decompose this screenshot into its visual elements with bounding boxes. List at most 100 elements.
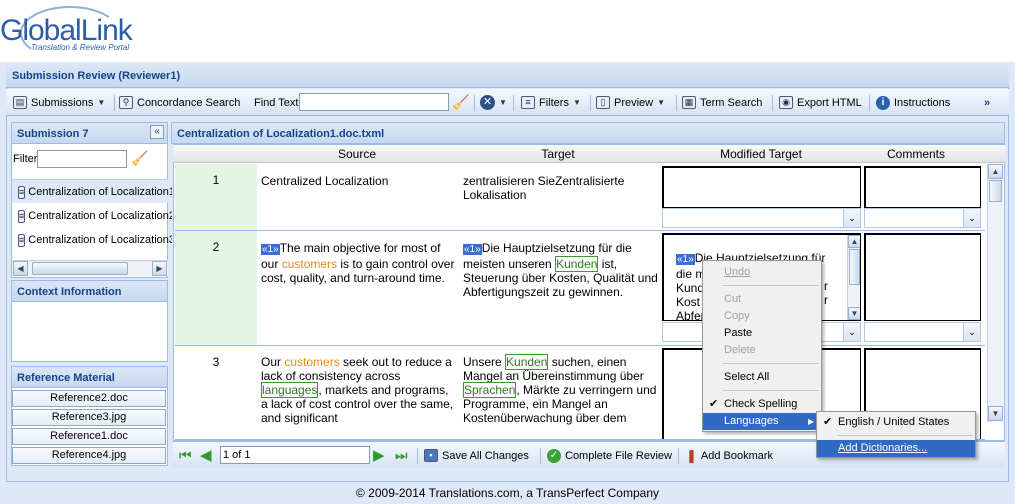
instructions-button[interactable]: i Instructions (876, 94, 950, 111)
dropdown-arrow-icon: ▼ (572, 98, 581, 107)
row-number: 1 (212, 173, 220, 187)
menu-separator (837, 435, 973, 436)
comment-input[interactable] (864, 233, 981, 321)
clear-filter-button[interactable]: 🧹 (131, 150, 148, 167)
filters-menu[interactable]: ≡ Filters ▼ (521, 94, 581, 111)
scroll-down-icon[interactable]: ▼ (848, 307, 860, 320)
scroll-thumb[interactable] (989, 180, 1002, 202)
file-list-item[interactable]: ≡ Centralization of Localization3.doc.tx… (18, 229, 172, 251)
first-page-button[interactable]: ⏮ (179, 447, 192, 464)
menu-separator (723, 363, 819, 364)
menu-item-languages[interactable]: Languages ▶ (703, 413, 821, 430)
file-list-hscrollbar[interactable]: ◀ ▶ (12, 260, 168, 276)
toolbar-separator (513, 95, 514, 111)
reference-item[interactable]: Reference3.jpg (12, 409, 166, 426)
concordance-search-button[interactable]: ⚲ Concordance Search (119, 94, 240, 111)
find-text-input[interactable] (299, 93, 449, 111)
table-row[interactable]: 1 Centralized Localization zentralisiere… (175, 164, 985, 231)
glossary-term[interactable]: Kunden (505, 354, 549, 370)
source-cell: Centralized Localization (261, 174, 389, 188)
close-options-button[interactable]: ✕ ▼ (480, 94, 507, 111)
submission-title: Submission 7 (17, 128, 89, 140)
glossary-term[interactable]: languages (261, 382, 319, 398)
save-all-button[interactable]: ▪ Save All Changes (424, 447, 529, 464)
submissions-menu[interactable]: ▤ Submissions ▼ (13, 94, 105, 111)
complete-review-button[interactable]: ✓ Complete File Review (547, 447, 672, 464)
scroll-thumb[interactable] (849, 249, 860, 285)
prev-page-button[interactable]: ◀ (200, 446, 212, 464)
magnifier-icon: ⚲ (119, 96, 133, 109)
source-cell: «1»The main objective for most of our cu… (261, 241, 456, 285)
add-bookmark-button[interactable]: ❚ Add Bookmark (686, 447, 773, 464)
glossary-term[interactable]: customers (282, 257, 337, 271)
modified-target-scrollbar[interactable]: ▲ ▼ (847, 235, 860, 320)
grid-scrollbar[interactable]: ▲ ▼ (987, 164, 1003, 422)
modified-target-select[interactable]: ⌄ (662, 208, 861, 228)
bookmark-icon: ❚ (686, 447, 697, 463)
info-icon: i (876, 95, 890, 110)
grid-icon: ▤ (13, 96, 27, 109)
file-list-item[interactable]: ≡ Centralization of Localization1.doc.tx… (18, 181, 172, 203)
comment-input[interactable] (864, 166, 981, 208)
toolbar-separator (114, 95, 115, 111)
save-all-label: Save All Changes (442, 449, 529, 462)
scroll-up-icon[interactable]: ▲ (988, 164, 1003, 179)
table-row[interactable]: 2 «1»The main objective for most of our … (175, 231, 985, 346)
menu-item-undo[interactable]: Undo (703, 264, 821, 281)
chevron-down-icon: ⌄ (843, 209, 860, 227)
toolbar-separator (676, 95, 677, 111)
comment-select[interactable]: ⌄ (864, 208, 981, 228)
column-header-modified[interactable]: Modified Target (661, 147, 861, 161)
column-header-comments[interactable]: Comments (863, 147, 969, 161)
scroll-right-icon[interactable]: ▶ (152, 261, 167, 276)
menu-item-add-dictionaries[interactable]: Add Dictionaries... (817, 440, 975, 457)
menu-item-cut[interactable]: Cut (703, 291, 821, 308)
modified-target-input[interactable] (662, 166, 861, 208)
column-header-target[interactable]: Target (458, 147, 658, 161)
toolbar-overflow-button[interactable]: » (984, 94, 990, 111)
export-html-button[interactable]: ◉ Export HTML (779, 94, 862, 111)
comment-select[interactable]: ⌄ (864, 322, 981, 342)
menu-item-language-en-us[interactable]: ✔ English / United States (817, 414, 975, 431)
scroll-down-icon[interactable]: ▼ (988, 406, 1003, 421)
file-list-item[interactable]: ≡ Centralization of Localization2.doc.tx… (18, 205, 172, 227)
last-page-icon: ⏭ (395, 447, 408, 463)
toolbar-separator (474, 95, 475, 111)
collapse-panel-button[interactable]: « (150, 125, 164, 139)
arrow-left-icon: ◀ (200, 447, 212, 464)
scroll-left-icon[interactable]: ◀ (13, 261, 28, 276)
glossary-term[interactable]: Kunden (555, 256, 599, 272)
next-page-button[interactable]: ▶ (373, 446, 385, 464)
glossary-term[interactable]: Sprachen (463, 382, 517, 398)
menu-item-label: Add Dictionaries... (838, 442, 928, 454)
glossary-term[interactable]: customers (284, 355, 339, 369)
column-header-source[interactable]: Source (257, 147, 457, 161)
target-cell: «1»Die Hauptzielsetzung für die meisten … (463, 241, 658, 299)
filter-label: Filter (13, 153, 38, 165)
context-menu: Undo Cut Copy Paste Delete Select All ✔ … (702, 260, 822, 432)
reference-item[interactable]: Reference1.doc (12, 428, 166, 445)
check-circle-icon: ✓ (547, 448, 561, 463)
last-page-button[interactable]: ⏭ (395, 447, 408, 464)
menu-item-copy[interactable]: Copy (703, 308, 821, 325)
reference-item[interactable]: Reference2.doc (12, 390, 166, 407)
document-icon: ≡ (18, 185, 26, 199)
filter-list-icon: ≡ (521, 96, 535, 109)
scroll-thumb[interactable] (32, 262, 128, 275)
save-icon: ▪ (424, 449, 438, 462)
term-search-button[interactable]: ▦ Term Search (682, 94, 762, 111)
filter-input[interactable] (37, 150, 127, 168)
menu-item-label: Undo (724, 266, 751, 278)
menu-item-select-all[interactable]: Select All (703, 369, 821, 386)
source-text: Our (261, 355, 285, 369)
instructions-label: Instructions (894, 96, 951, 109)
menu-item-check-spelling[interactable]: ✔ Check Spelling (703, 396, 821, 413)
reference-title: Reference Material (17, 372, 115, 384)
preview-menu[interactable]: ▯ Preview ▼ (596, 94, 665, 111)
reference-item[interactable]: Reference4.jpg (12, 447, 166, 464)
clear-find-button[interactable]: 🧹 (452, 94, 469, 111)
menu-item-paste[interactable]: Paste (703, 325, 821, 342)
scroll-up-icon[interactable]: ▲ (848, 235, 860, 248)
menu-item-delete[interactable]: Delete (703, 342, 821, 359)
page-input[interactable] (220, 446, 370, 464)
